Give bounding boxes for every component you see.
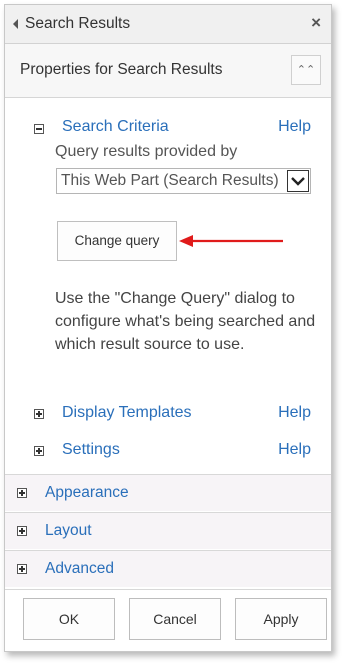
tool-pane-title: Search Results bbox=[25, 15, 131, 32]
collapse-minus-icon[interactable] bbox=[34, 124, 44, 134]
settings-help-link[interactable]: Help bbox=[278, 441, 311, 459]
search-criteria-label[interactable]: Search Criteria bbox=[62, 118, 169, 136]
cancel-button[interactable]: Cancel bbox=[129, 598, 221, 640]
back-arrow-icon[interactable] bbox=[13, 19, 18, 29]
expand-plus-icon[interactable] bbox=[17, 488, 27, 498]
query-results-label: Query results provided by bbox=[55, 143, 238, 160]
properties-header: Properties for Search Results ⌃⌃ bbox=[5, 44, 331, 98]
result-source-select[interactable]: This Web Part (Search Results) bbox=[56, 168, 311, 194]
display-templates-label[interactable]: Display Templates bbox=[62, 404, 192, 422]
result-source-value: This Web Part (Search Results) bbox=[61, 172, 279, 189]
change-query-button[interactable]: Change query bbox=[57, 221, 177, 261]
close-icon[interactable]: × bbox=[311, 13, 321, 33]
chevron-down-icon[interactable] bbox=[287, 170, 309, 192]
red-arrow-annotation-icon bbox=[179, 235, 283, 247]
search-criteria-section[interactable]: Search Criteria Help bbox=[5, 118, 331, 142]
collapse-up-icon[interactable]: ⌃⌃ bbox=[291, 55, 321, 85]
display-templates-section[interactable]: Display Templates Help bbox=[5, 403, 331, 427]
settings-section[interactable]: Settings Help bbox=[5, 440, 331, 464]
advanced-panel[interactable]: Advanced bbox=[5, 550, 331, 587]
expand-plus-icon[interactable] bbox=[17, 564, 27, 574]
advanced-label[interactable]: Advanced bbox=[45, 560, 114, 578]
expand-plus-icon[interactable] bbox=[17, 526, 27, 536]
expand-plus-icon[interactable] bbox=[34, 446, 44, 456]
ok-button[interactable]: OK bbox=[23, 598, 115, 640]
layout-label[interactable]: Layout bbox=[45, 522, 92, 540]
web-part-tool-pane: Search Results × Properties for Search R… bbox=[4, 4, 332, 652]
properties-title: Properties for Search Results bbox=[20, 61, 223, 78]
expand-plus-icon[interactable] bbox=[34, 409, 44, 419]
tool-pane-footer: OK Cancel Apply bbox=[5, 589, 331, 651]
settings-label[interactable]: Settings bbox=[62, 441, 120, 459]
appearance-label[interactable]: Appearance bbox=[45, 484, 129, 502]
apply-button[interactable]: Apply bbox=[235, 598, 327, 640]
appearance-panel[interactable]: Appearance bbox=[5, 474, 331, 511]
layout-panel[interactable]: Layout bbox=[5, 512, 331, 549]
display-templates-help-link[interactable]: Help bbox=[278, 404, 311, 422]
tool-pane-titlebar: Search Results × bbox=[5, 5, 331, 44]
search-criteria-help-link[interactable]: Help bbox=[278, 118, 311, 136]
change-query-description: Use the "Change Query" dialog to configu… bbox=[55, 290, 316, 353]
